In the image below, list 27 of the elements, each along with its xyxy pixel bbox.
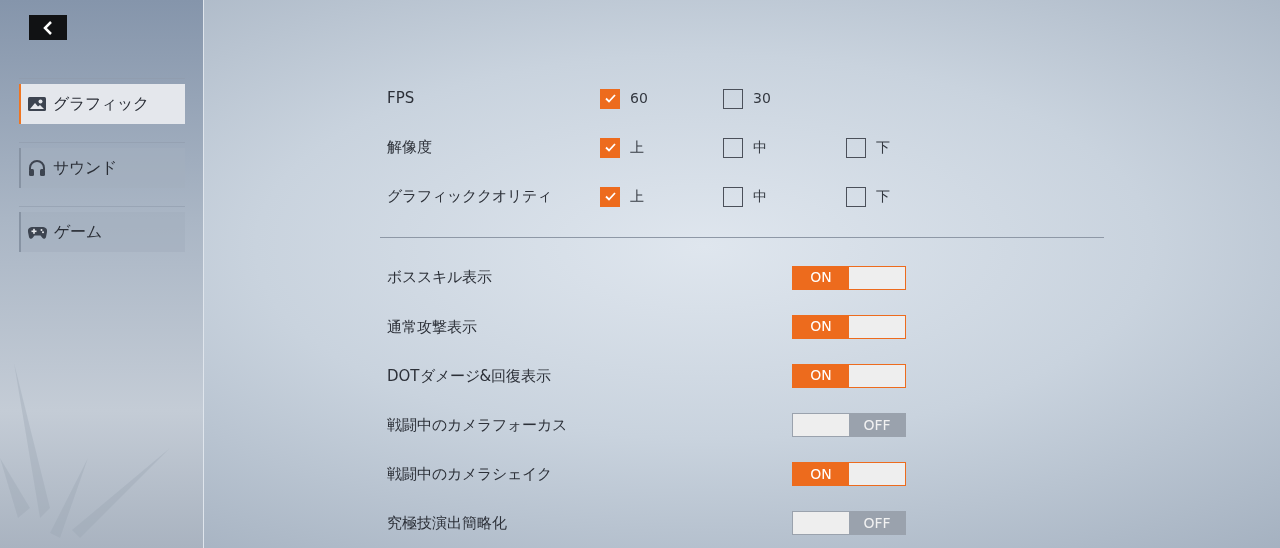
- sidebar-tab[interactable]: グラフィック: [19, 84, 185, 124]
- check-icon: [604, 143, 616, 153]
- setting-label: 戦闘中のカメラフォーカス: [387, 414, 568, 436]
- check-icon: [604, 94, 616, 103]
- gamepad-icon: [28, 225, 47, 239]
- setting-label: DOTダメージ&回復表示: [387, 365, 553, 387]
- checkbox-option[interactable]: 中: [723, 137, 846, 159]
- setting-label: 戦闘中のカメラシェイク: [387, 464, 553, 485]
- setting-label: 究極技演出簡略化: [387, 513, 508, 535]
- setting-label: 解像度: [387, 137, 433, 159]
- back-button[interactable]: [29, 15, 67, 40]
- checkbox-option[interactable]: 上: [600, 186, 723, 208]
- setting-label: 通常攻撃表示: [387, 316, 478, 338]
- setting-label: ボススキル表示: [387, 267, 493, 289]
- checkbox-option[interactable]: 上: [600, 137, 723, 159]
- checkbox-option[interactable]: 30: [723, 88, 846, 109]
- headphones-icon: [28, 159, 46, 177]
- image-icon: [28, 97, 46, 111]
- setting-label: FPS: [387, 88, 416, 110]
- checkbox-option[interactable]: 60: [600, 88, 723, 109]
- check-icon: [604, 192, 616, 202]
- checkbox-option[interactable]: 下: [846, 137, 969, 159]
- checkbox-option[interactable]: 中: [723, 186, 846, 208]
- sidebar-tab[interactable]: ゲーム: [19, 212, 185, 252]
- checkbox-option[interactable]: 下: [846, 186, 969, 208]
- setting-label: グラフィッククオリティ: [387, 186, 553, 208]
- back-icon: [43, 20, 53, 35]
